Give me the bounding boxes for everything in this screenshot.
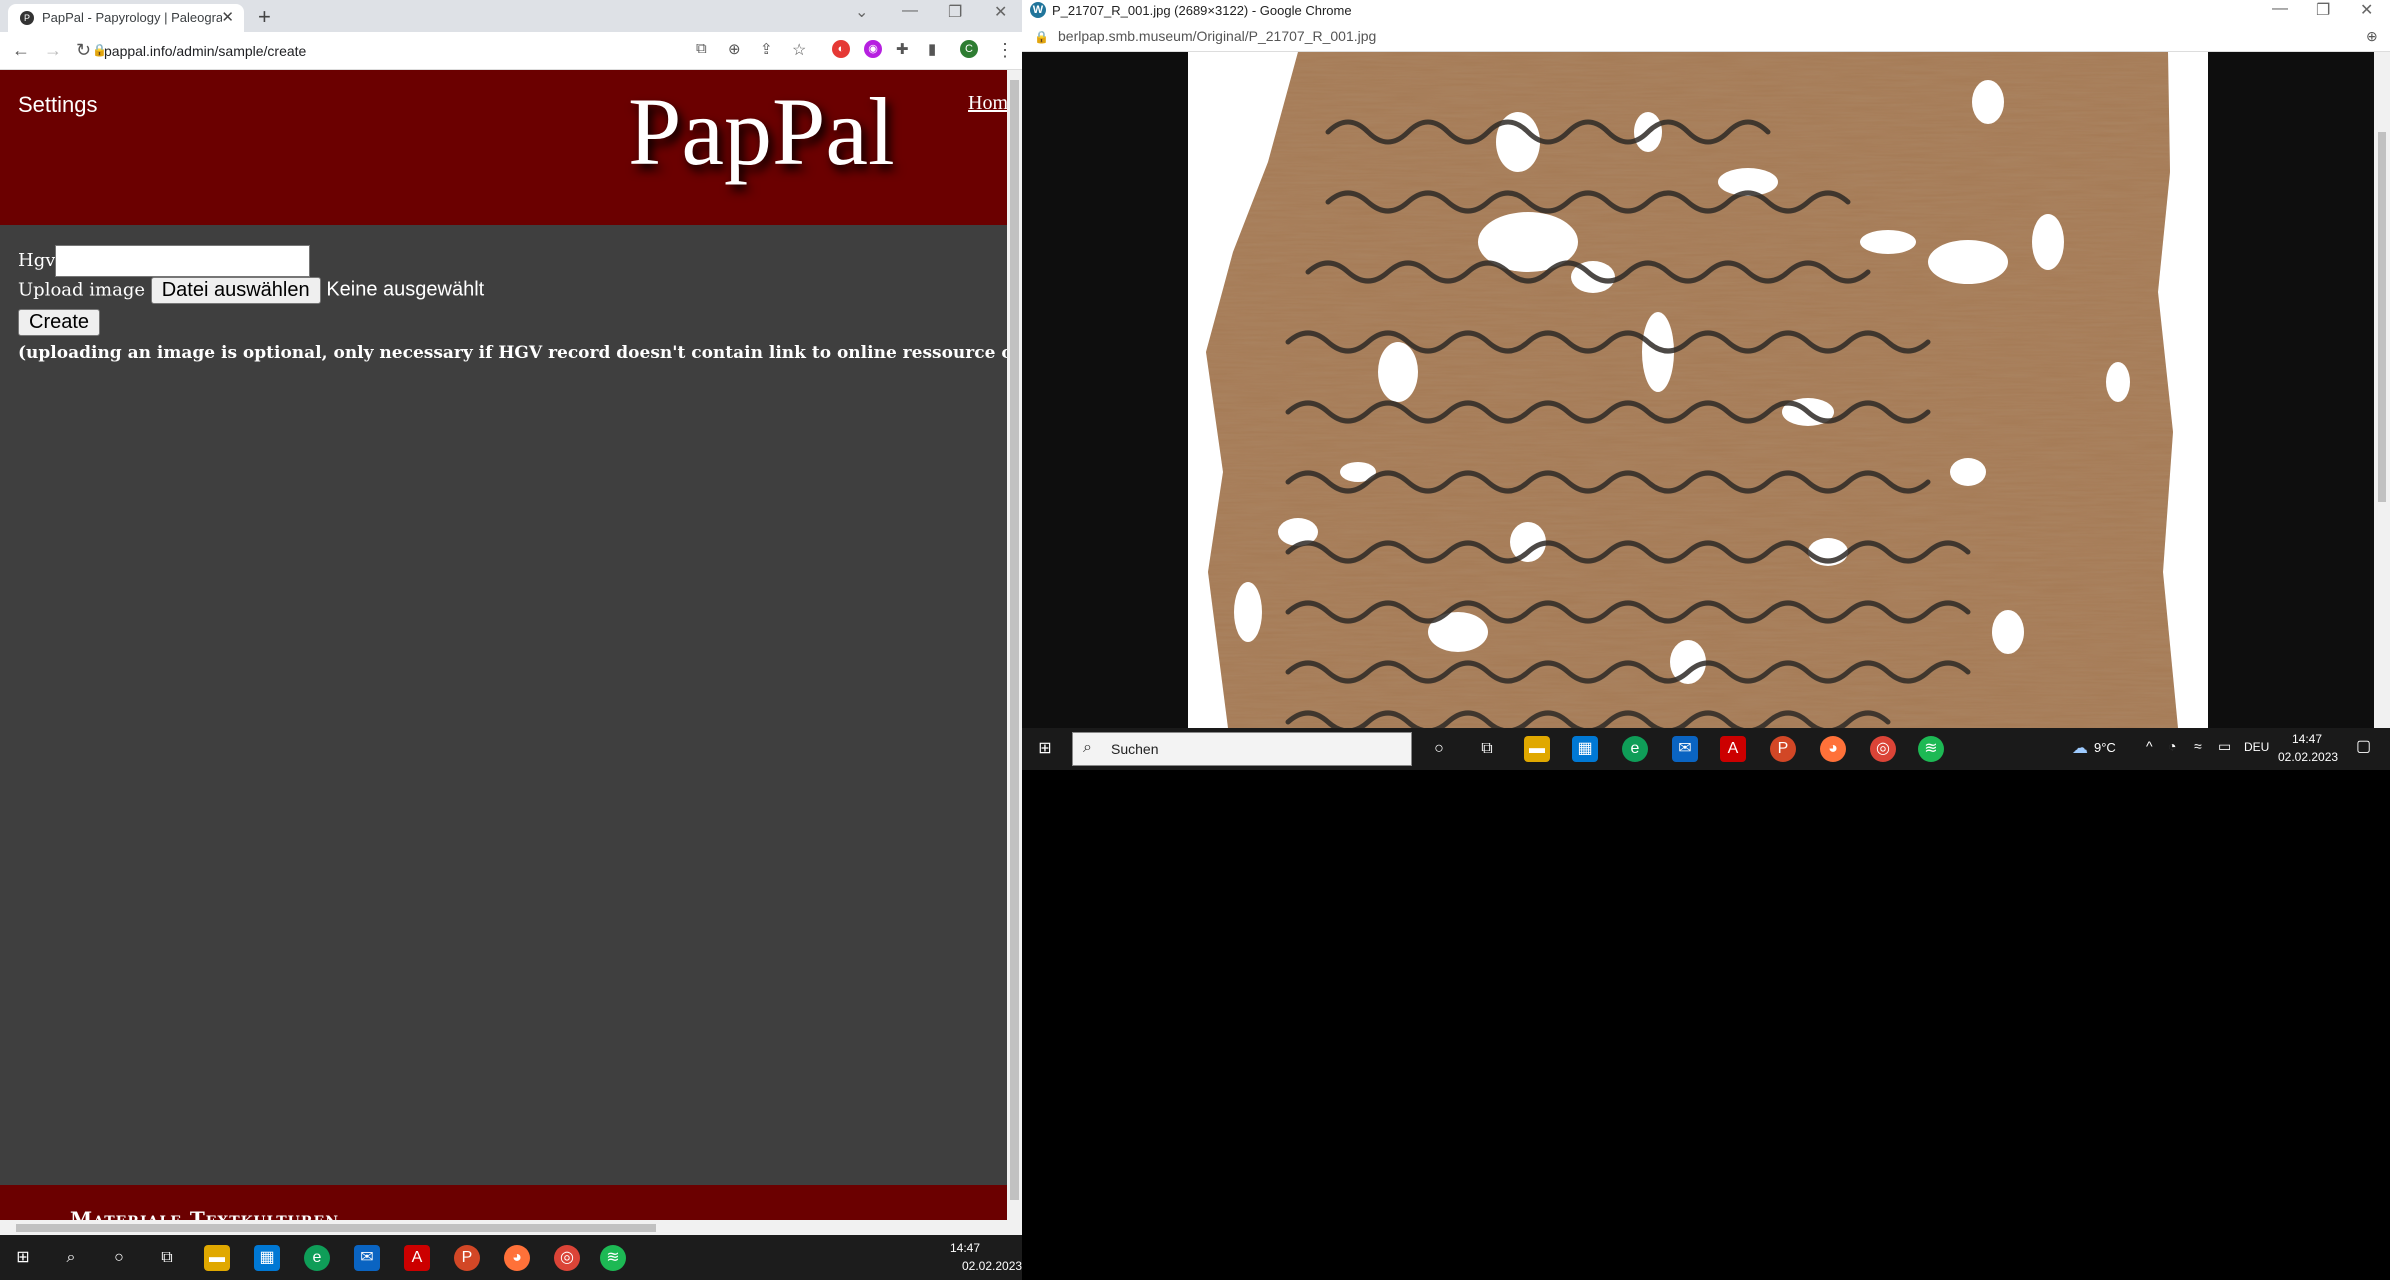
start-windows-icon[interactable]: ⊞ xyxy=(10,1245,36,1271)
taskbar-right: ⊞ ⌕ Suchen ○ ⧉ ▬ ▦ e ✉ A P ◕ ◎ ≋ ☁ 9°C ^… xyxy=(1022,728,2390,770)
side-panel-icon[interactable]: ▮ xyxy=(928,40,936,58)
site-header: Settings PapPal Home xyxy=(0,70,1017,225)
image-window-title: P_21707_R_001.jpg (2689×3122) - Google C… xyxy=(1052,3,1352,18)
extension-purple-icon[interactable]: ◉ xyxy=(864,40,882,58)
clock-date[interactable]: 02.02.2023 xyxy=(2278,750,2338,764)
tab-pappal[interactable]: P PapPal - Papyrology | Paleographic ✕ xyxy=(8,4,244,32)
right-browser-window: W P_21707_R_001.jpg (2689×3122) - Google… xyxy=(1022,0,2390,770)
tray-chevron-icon[interactable]: ^ xyxy=(2146,738,2153,754)
taskbar-search-box[interactable]: ⌕ Suchen xyxy=(1072,732,1412,766)
edge-icon[interactable]: e xyxy=(304,1245,330,1271)
image-address-bar: 🔒 berlpap.smb.museum/Original/P_21707_R_… xyxy=(1022,22,2390,52)
choose-file-button[interactable]: Datei auswählen xyxy=(150,277,321,304)
battery-icon[interactable]: ▭ xyxy=(2218,738,2231,755)
hgv-label: Hgv xyxy=(18,250,56,271)
menu-kebab-icon[interactable]: ⋮ xyxy=(996,40,1014,61)
weather-temp[interactable]: 9°C xyxy=(2094,740,2116,755)
papyrus-drawing xyxy=(1206,52,2178,728)
minimize-icon[interactable]: — xyxy=(2272,0,2288,18)
close-window-icon[interactable]: ✕ xyxy=(2360,0,2373,20)
file-explorer-icon[interactable]: ▬ xyxy=(1524,736,1550,762)
task-view-icon[interactable]: ⧉ xyxy=(154,1245,180,1271)
share-icon[interactable]: ⇪ xyxy=(760,40,773,58)
spotify-icon[interactable]: ≋ xyxy=(600,1245,626,1271)
search-icon: ⌕ xyxy=(1083,739,1092,756)
url-field[interactable]: pappal.info/admin/sample/create xyxy=(104,39,684,63)
tab-title: PapPal - Papyrology | Paleographic xyxy=(42,10,222,25)
image-vertical-scrollbar[interactable] xyxy=(2374,52,2390,728)
settings-link[interactable]: Settings xyxy=(18,92,98,118)
language-indicator[interactable]: DEU xyxy=(2244,740,2269,754)
mail-icon[interactable]: ✉ xyxy=(354,1245,380,1271)
papyrus-image[interactable] xyxy=(1188,52,2208,728)
chrome-icon[interactable]: ◎ xyxy=(1870,736,1896,762)
upload-note: (uploading an image is optional, only ne… xyxy=(18,343,1022,363)
start-windows-icon[interactable]: ⊞ xyxy=(1032,736,1058,762)
extensions-puzzle-icon[interactable]: ✚ xyxy=(896,40,909,58)
horizontal-scrollbar[interactable] xyxy=(0,1220,1007,1235)
forward-icon[interactable]: → xyxy=(44,40,62,61)
clock-time[interactable]: 14:47 xyxy=(950,1241,980,1255)
site-footer: Materiale Textkulturen xyxy=(0,1185,1007,1231)
new-tab-icon[interactable]: + xyxy=(258,4,271,30)
horizontal-scroll-thumb[interactable] xyxy=(16,1224,656,1232)
translate-icon[interactable]: ⧉ xyxy=(696,40,707,57)
acrobat-icon[interactable]: A xyxy=(404,1245,430,1271)
tab-search-icon[interactable]: ⌄ xyxy=(855,2,868,22)
image-window-titlebar: W P_21707_R_001.jpg (2689×3122) - Google… xyxy=(1022,0,2390,22)
store-icon[interactable]: ▦ xyxy=(1572,736,1598,762)
search-placeholder: Suchen xyxy=(1111,741,1159,757)
site-favicon-icon: P xyxy=(20,11,34,25)
wifi-icon[interactable]: ≈ xyxy=(2194,738,2202,754)
edge-icon[interactable]: e xyxy=(1622,736,1648,762)
reload-icon[interactable]: ↻ xyxy=(76,40,91,61)
back-icon[interactable]: ← xyxy=(12,40,30,61)
firefox-icon[interactable]: ◕ xyxy=(504,1245,530,1271)
file-explorer-icon[interactable]: ▬ xyxy=(204,1245,230,1271)
firefox-icon[interactable]: ◕ xyxy=(1820,736,1846,762)
store-icon[interactable]: ▦ xyxy=(254,1245,280,1271)
clock-time[interactable]: 14:47 xyxy=(2292,732,2322,746)
image-scroll-thumb[interactable] xyxy=(2378,132,2386,502)
upload-image-label: Upload image xyxy=(18,279,145,301)
lock-icon[interactable]: 🔒 xyxy=(1034,30,1049,44)
cortana-icon[interactable]: ○ xyxy=(106,1245,132,1271)
powerpoint-icon[interactable]: P xyxy=(454,1245,480,1271)
zoom-icon[interactable]: ⊕ xyxy=(2366,28,2378,45)
tab-close-icon[interactable]: ✕ xyxy=(221,8,234,26)
acrobat-icon[interactable]: A xyxy=(1720,736,1746,762)
hgv-input[interactable] xyxy=(55,245,311,277)
notifications-icon[interactable]: ▢ xyxy=(2356,736,2371,756)
cortana-icon[interactable]: ○ xyxy=(1426,736,1452,762)
tray-network-icon[interactable]: ◔ xyxy=(2168,738,2176,754)
task-view-icon[interactable]: ⧉ xyxy=(1474,736,1500,762)
search-icon[interactable]: ⌕ xyxy=(58,1245,84,1271)
minimize-icon[interactable]: — xyxy=(902,2,918,20)
image-url-field[interactable]: berlpap.smb.museum/Original/P_21707_R_00… xyxy=(1058,28,1376,44)
profile-avatar-icon[interactable]: C xyxy=(960,40,978,58)
clock-date[interactable]: 02.02.2023 xyxy=(962,1259,1022,1273)
vertical-scrollbar[interactable] xyxy=(1007,70,1022,1235)
create-button[interactable]: Create xyxy=(18,309,101,336)
tab-strip: P PapPal - Papyrology | Paleographic ✕ +… xyxy=(0,0,1022,32)
restore-icon[interactable]: ❐ xyxy=(948,2,962,22)
vertical-scroll-thumb[interactable] xyxy=(1010,80,1019,1200)
extension-red-icon[interactable]: ◐ xyxy=(832,40,850,58)
file-status-text: Keine ausgewählt xyxy=(326,278,485,301)
taskbar-left: ⊞ ⌕ ○ ⧉ ▬ ▦ e ✉ A P ◕ ◎ ≋ 14:47 02.02.20… xyxy=(0,1235,1022,1280)
powerpoint-icon[interactable]: P xyxy=(1770,736,1796,762)
address-bar-row: ← → ↻ 🔒 pappal.info/admin/sample/create … xyxy=(0,32,1022,70)
zoom-icon[interactable]: ⊕ xyxy=(728,40,741,58)
chrome-icon[interactable]: ◎ xyxy=(554,1245,580,1271)
close-window-icon[interactable]: ✕ xyxy=(994,2,1007,22)
restore-icon[interactable]: ❐ xyxy=(2316,0,2330,20)
left-browser-window: P PapPal - Papyrology | Paleographic ✕ +… xyxy=(0,0,1022,1235)
bookmark-star-icon[interactable]: ☆ xyxy=(792,40,806,60)
mail-icon[interactable]: ✉ xyxy=(1672,736,1698,762)
pappal-logo: PapPal xyxy=(628,78,895,185)
weather-cloud-icon[interactable]: ☁ xyxy=(2072,738,2088,758)
spotify-icon[interactable]: ≋ xyxy=(1918,736,1944,762)
wordpress-favicon-icon: W xyxy=(1030,2,1046,18)
